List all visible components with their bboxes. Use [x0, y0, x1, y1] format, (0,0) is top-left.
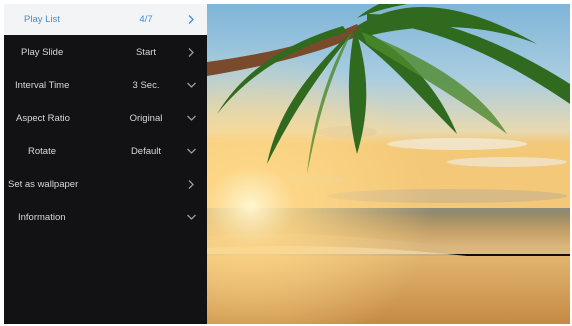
menu-item-label: Set as wallpaper — [8, 179, 79, 190]
menu-item-label: Interval Time — [15, 80, 70, 91]
beach-photo-image — [207, 4, 570, 324]
settings-panel: Play List 4/7 Play Slide Start Interval … — [4, 4, 207, 324]
menu-item-rotate[interactable]: Rotate Default — [4, 136, 207, 167]
menu-item-value: 4/7 — [139, 14, 153, 25]
chevron-right-icon — [186, 4, 200, 35]
chevron-down-icon — [186, 103, 200, 134]
chevron-right-icon — [186, 169, 200, 200]
menu-item-play-list[interactable]: Play List 4/7 — [4, 4, 207, 35]
menu-item-value: Start — [135, 47, 157, 58]
menu-item-play-slide[interactable]: Play Slide Start — [4, 37, 207, 68]
menu-item-set-as-wallpaper[interactable]: Set as wallpaper — [4, 169, 207, 200]
menu-item-label: Rotate — [28, 146, 56, 157]
menu-item-label: Play Slide — [21, 47, 64, 58]
menu-item-label: Aspect Ratio — [16, 113, 70, 124]
chevron-down-icon — [186, 70, 200, 101]
menu-item-label: Information — [18, 212, 66, 223]
beach-photo — [207, 4, 570, 324]
photo-viewer-screen: Play List 4/7 Play Slide Start Interval … — [4, 4, 570, 324]
chevron-down-icon — [186, 202, 200, 233]
menu-item-label: Play List — [24, 14, 60, 25]
menu-item-value: Original — [129, 113, 163, 124]
menu-item-value: Default — [130, 146, 162, 157]
menu-item-interval-time[interactable]: Interval Time 3 Sec. — [4, 70, 207, 101]
menu-item-information[interactable]: Information — [4, 202, 207, 233]
chevron-right-icon — [186, 37, 200, 68]
menu-item-aspect-ratio[interactable]: Aspect Ratio Original — [4, 103, 207, 134]
chevron-down-icon — [186, 136, 200, 167]
menu-item-value: 3 Sec. — [132, 80, 160, 91]
